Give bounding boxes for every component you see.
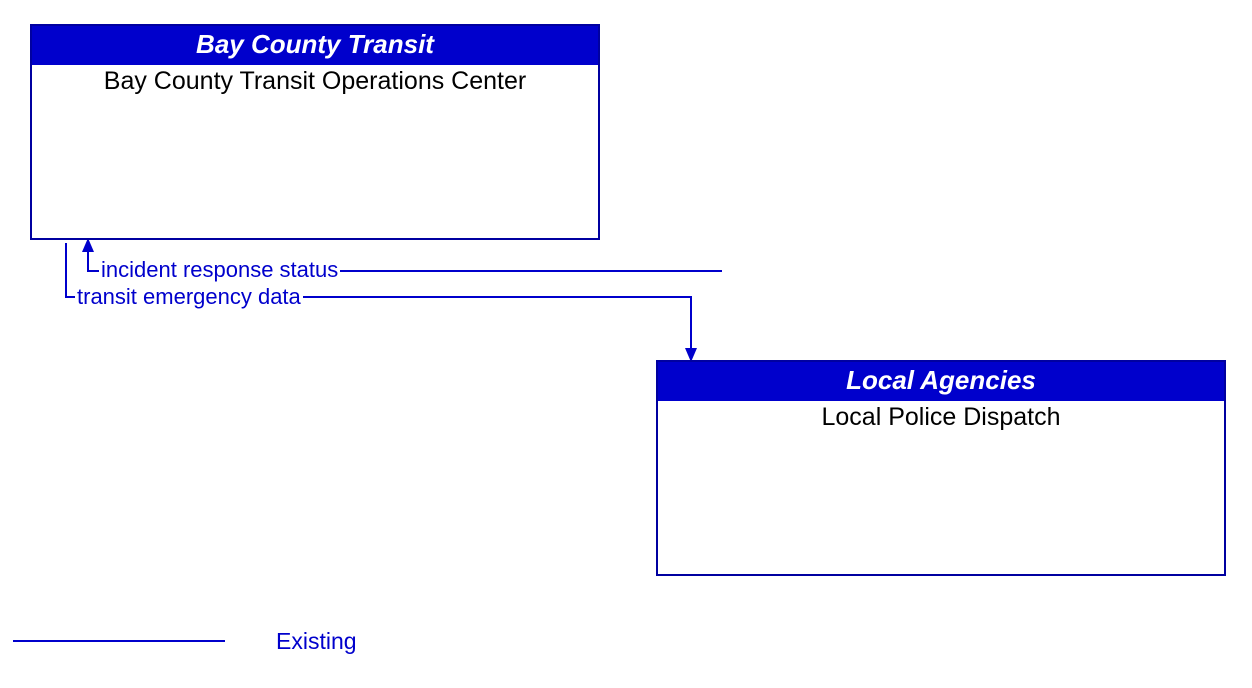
entity-header-bay-county-transit: Bay County Transit	[32, 26, 598, 65]
arrowhead-incident-response-status	[82, 238, 94, 252]
flow-label-incident-response-status: incident response status	[99, 257, 340, 283]
flow-label-transit-emergency-data: transit emergency data	[75, 284, 303, 310]
entity-local-police-dispatch: Local Agencies Local Police Dispatch	[656, 360, 1226, 576]
entity-body-bay-county-transit-ops-center: Bay County Transit Operations Center	[32, 65, 598, 98]
entity-body-local-police-dispatch: Local Police Dispatch	[658, 401, 1224, 434]
entity-bay-county-transit-ops-center: Bay County Transit Bay County Transit Op…	[30, 24, 600, 240]
entity-header-local-agencies: Local Agencies	[658, 362, 1224, 401]
diagram-canvas: Bay County Transit Bay County Transit Op…	[0, 0, 1252, 688]
legend-label-existing: Existing	[276, 628, 357, 655]
